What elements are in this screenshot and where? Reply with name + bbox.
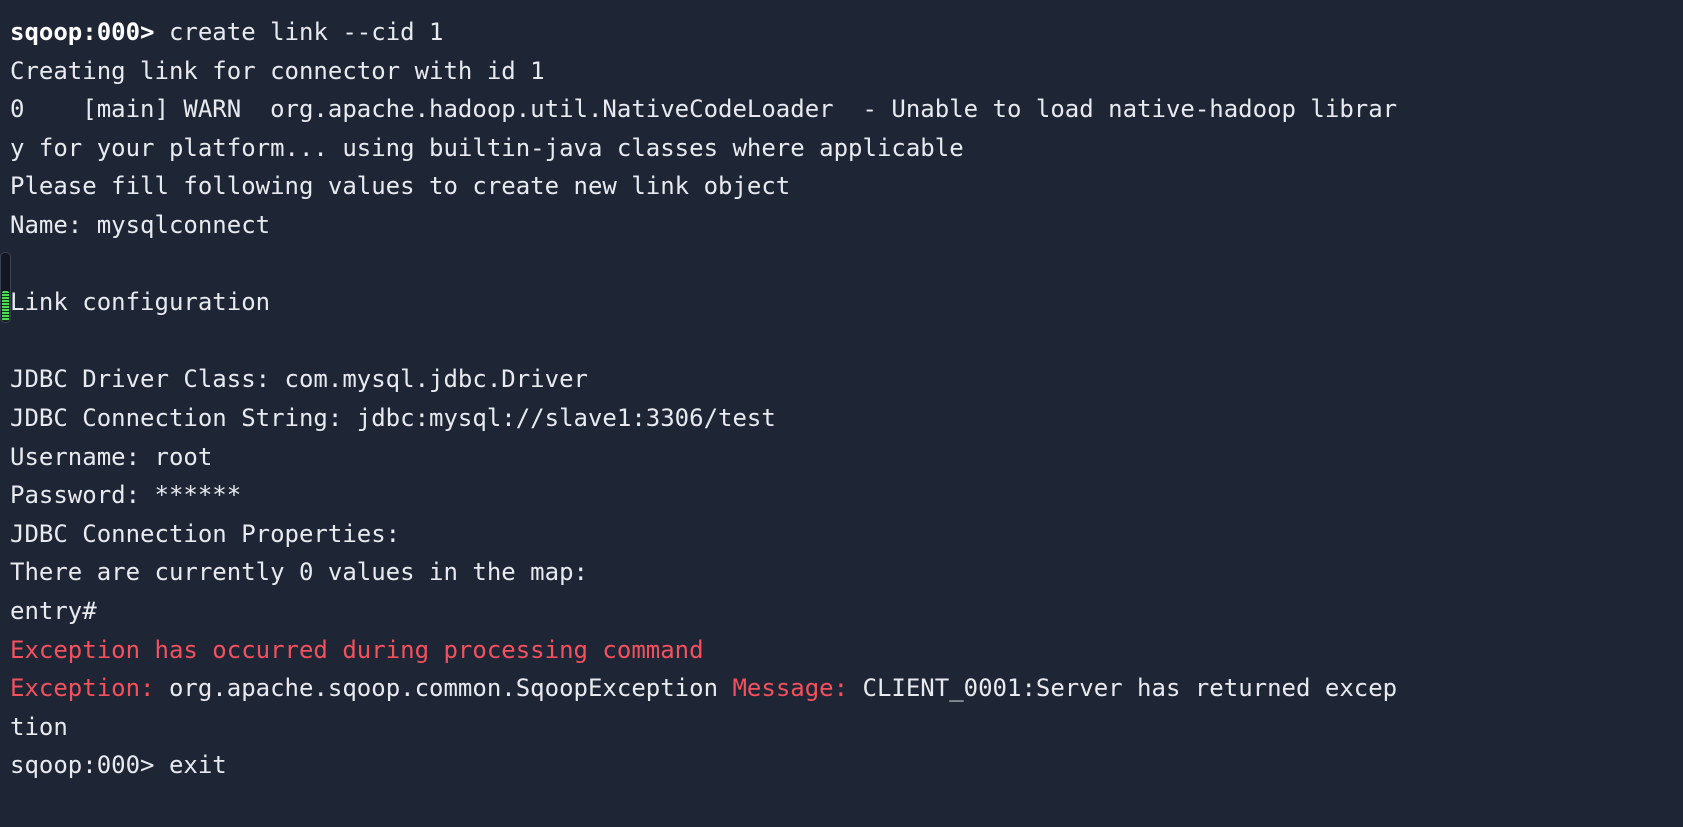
line-creating-link: Creating link for connector with id 1	[10, 52, 1683, 91]
line-jdbc-connection-properties: JDBC Connection Properties:	[10, 515, 1683, 554]
line-exception-detail: Exception: org.apache.sqoop.common.Sqoop…	[10, 669, 1683, 708]
line-warn-nativecodeloader: 0 [main] WARN org.apache.hadoop.util.Nat…	[10, 90, 1683, 129]
scrollbar-thumb[interactable]	[2, 291, 9, 321]
line-name: Name: mysqlconnect	[10, 206, 1683, 245]
line-exception-detail-wrap-segment-0: tion	[10, 712, 68, 741]
line-exception-detail-segment-0: Exception:	[10, 674, 155, 703]
line-exception-occurred-segment-0: Exception has occurred during processing…	[10, 635, 704, 664]
line-exception-detail-segment-1: org.apache.sqoop.common.SqoopException	[154, 674, 733, 703]
line-username-segment-0: Username: root	[10, 442, 213, 471]
line-jdbc-connection-string: JDBC Connection String: jdbc:mysql://sla…	[10, 399, 1683, 438]
line-name-segment-0: Name: mysqlconnect	[10, 210, 271, 239]
line-prompt-clipped-segment-0: sqoop:000> exit	[10, 751, 227, 780]
line-map-values-count: There are currently 0 values in the map:	[10, 553, 1683, 592]
line-jdbc-connection-properties-segment-0: JDBC Connection Properties:	[10, 519, 401, 548]
line-entry-prompt-segment-0: entry#	[10, 596, 97, 625]
line-username: Username: root	[10, 438, 1683, 477]
line-prompt-create-link: sqoop:000> create link --cid 1	[10, 13, 1683, 52]
line-jdbc-driver-class: JDBC Driver Class: com.mysql.jdbc.Driver	[10, 360, 1683, 399]
line-jdbc-driver-class-segment-0: JDBC Driver Class: com.mysql.jdbc.Driver	[10, 365, 588, 394]
line-exception-detail-segment-2: Message:	[732, 674, 849, 703]
terminal-output: sqoop:000> create link --cid 1 Creating l…	[10, 13, 1683, 785]
line-warn-nativecodeloader-wrap: y for your platform... using builtin-jav…	[10, 129, 1683, 168]
line-blank-2	[10, 322, 1683, 361]
line-exception-detail-wrap: tion	[10, 708, 1683, 747]
line-password: Password: ******	[10, 476, 1683, 515]
line-prompt-create-link-segment-1: create link --cid 1	[154, 18, 444, 46]
line-exception-detail-segment-3: CLIENT_0001:Server has returned excep	[848, 674, 1398, 703]
line-please-fill-segment-0: Please fill following values to create n…	[10, 172, 791, 201]
line-entry-prompt: entry#	[10, 592, 1683, 631]
line-password-segment-0: Password: ******	[10, 481, 242, 510]
line-link-configuration: Link configuration	[10, 283, 1683, 322]
line-warn-nativecodeloader-wrap-segment-0: y for your platform... using builtin-jav…	[10, 133, 964, 162]
line-please-fill: Please fill following values to create n…	[10, 167, 1683, 206]
vertical-scrollbar[interactable]	[0, 252, 11, 323]
line-warn-nativecodeloader-segment-0: 0 [main] WARN org.apache.hadoop.util.Nat…	[10, 95, 1398, 124]
line-prompt-clipped: sqoop:000> exit	[10, 746, 1683, 785]
line-map-values-count-segment-0: There are currently 0 values in the map:	[10, 558, 588, 587]
terminal-window[interactable]: sqoop:000> create link --cid 1 Creating l…	[0, 0, 1683, 827]
line-jdbc-connection-string-segment-0: JDBC Connection String: jdbc:mysql://sla…	[10, 403, 776, 432]
line-exception-occurred: Exception has occurred during processing…	[10, 631, 1683, 670]
line-blank-1	[10, 245, 1683, 284]
line-creating-link-segment-0: Creating link for connector with id 1	[10, 56, 545, 85]
line-link-configuration-segment-0: Link configuration	[10, 288, 271, 317]
line-prompt-create-link-segment-0: sqoop:000>	[10, 18, 155, 46]
